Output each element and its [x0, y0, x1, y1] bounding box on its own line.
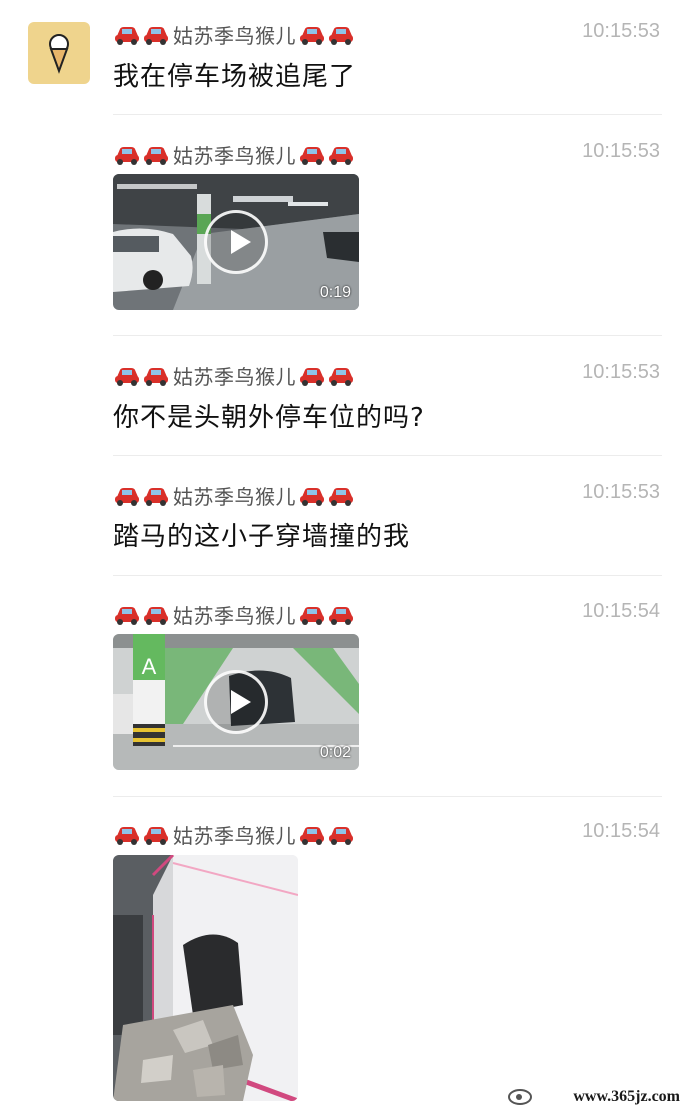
car-emoji-icon	[327, 144, 355, 166]
car-emoji-icon	[298, 485, 326, 507]
car-emoji-icon	[298, 144, 326, 166]
sender-name: 姑苏季鸟猴儿	[173, 24, 296, 48]
message-text[interactable]: 踏马的这小子穿墙撞的我	[113, 516, 410, 553]
play-icon[interactable]	[204, 210, 268, 274]
sender-row: 姑苏季鸟猴儿	[113, 140, 356, 169]
video-duration: 0:02	[319, 744, 351, 761]
sender-name: 姑苏季鸟猴儿	[173, 485, 296, 509]
message-text[interactable]: 我在停车场被追尾了	[113, 56, 356, 93]
message-text[interactable]: 你不是头朝外停车位的吗?	[113, 397, 425, 434]
timestamp: 10:15:54	[582, 820, 660, 842]
timestamp: 10:15:53	[582, 361, 660, 383]
timestamp: 10:15:54	[582, 600, 660, 622]
divider	[113, 575, 662, 576]
play-icon[interactable]	[204, 670, 268, 734]
sender-row: 姑苏季鸟猴儿	[113, 820, 356, 849]
avatar[interactable]	[28, 22, 90, 84]
sender-name: 姑苏季鸟猴儿	[173, 144, 296, 168]
sender-row: 姑苏季鸟猴儿	[113, 20, 356, 49]
car-emoji-icon	[113, 144, 141, 166]
sender-row: 姑苏季鸟猴儿	[113, 600, 356, 629]
divider	[113, 796, 662, 797]
sender-row: 姑苏季鸟猴儿	[113, 361, 356, 390]
divider	[113, 114, 662, 115]
sender-name: 姑苏季鸟猴儿	[173, 604, 296, 628]
divider	[113, 455, 662, 456]
car-emoji-icon	[298, 24, 326, 46]
car-emoji-icon	[113, 365, 141, 387]
car-emoji-icon	[142, 144, 170, 166]
timestamp: 10:15:53	[582, 140, 660, 162]
car-emoji-icon	[142, 824, 170, 846]
car-emoji-icon	[142, 604, 170, 626]
car-emoji-icon	[327, 604, 355, 626]
video-thumbnail[interactable]: A 0:02	[113, 634, 359, 770]
divider	[113, 335, 662, 336]
timestamp: 10:15:53	[582, 481, 660, 503]
car-emoji-icon	[327, 24, 355, 46]
car-emoji-icon	[327, 365, 355, 387]
parking-sign-letter: A	[142, 654, 157, 679]
car-emoji-icon	[327, 485, 355, 507]
car-emoji-icon	[113, 485, 141, 507]
image-message[interactable]	[113, 855, 298, 1101]
car-emoji-icon	[142, 485, 170, 507]
car-emoji-icon	[142, 365, 170, 387]
video-duration: 0:19	[319, 284, 351, 301]
car-emoji-icon	[142, 24, 170, 46]
sender-name: 姑苏季鸟猴儿	[173, 824, 296, 848]
wall-damage-photo	[113, 855, 298, 1101]
video-thumbnail[interactable]: 0:19	[113, 174, 359, 310]
watermark: www.365jz.com	[569, 1087, 684, 1107]
timestamp: 10:15:53	[582, 20, 660, 42]
car-emoji-icon	[298, 824, 326, 846]
car-emoji-icon	[327, 824, 355, 846]
ice-cream-icon	[49, 34, 69, 74]
car-emoji-icon	[113, 24, 141, 46]
sender-name: 姑苏季鸟猴儿	[173, 365, 296, 389]
sender-row: 姑苏季鸟猴儿	[113, 481, 356, 510]
car-emoji-icon	[113, 824, 141, 846]
car-emoji-icon	[298, 604, 326, 626]
car-emoji-icon	[113, 604, 141, 626]
car-emoji-icon	[298, 365, 326, 387]
weibo-icon	[508, 1089, 532, 1105]
